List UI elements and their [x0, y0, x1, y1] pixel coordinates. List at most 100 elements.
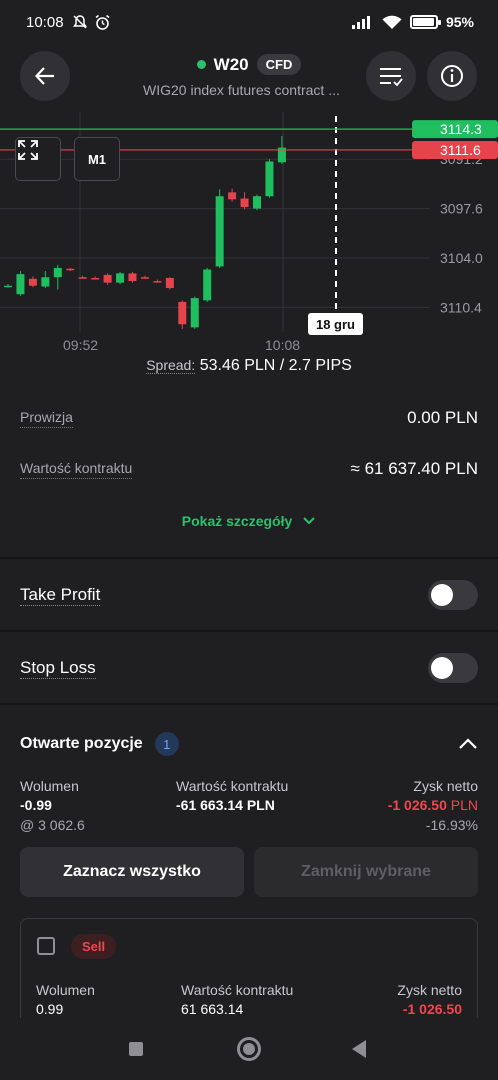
- card-contract-value: Wartość kontraktu 61 663.14: [181, 982, 293, 1017]
- open-positions-header[interactable]: Otwarte pozycje 1: [20, 732, 478, 756]
- contract-value-label: Wartość kontraktu: [176, 778, 289, 794]
- summary-contract-value: Wartość kontraktu -61 663.14 PLN: [176, 778, 288, 813]
- alarm-icon: [95, 14, 110, 30]
- candle-body: [78, 277, 87, 279]
- candle-body: [128, 273, 137, 282]
- price-chart[interactable]: 3110.4 3104.0 3097.6 3091.2 3114.3 3111.…: [0, 112, 498, 382]
- profit-value: -1 026.50: [387, 797, 447, 813]
- candle-body: [265, 161, 274, 197]
- spread-info: Spread: 53.46 PLN / 2.7 PIPS: [0, 357, 498, 375]
- candle-body: [178, 301, 187, 325]
- candle-body: [153, 281, 162, 283]
- stop-loss-label: Stop Loss: [20, 657, 96, 679]
- status-bar: 10:08 95%: [0, 0, 498, 44]
- back-nav-icon[interactable]: [352, 1040, 366, 1058]
- stop-loss-toggle[interactable]: [428, 653, 478, 683]
- contract-value: 61 663.14: [181, 1001, 244, 1017]
- wifi-icon: [382, 15, 402, 29]
- volume-label: Wolumen: [20, 778, 79, 794]
- clock: 10:08: [26, 13, 64, 31]
- candle-body: [4, 285, 12, 288]
- recent-apps-icon[interactable]: [129, 1042, 143, 1056]
- candle-body: [228, 192, 237, 200]
- volume-value: 0.99: [36, 1001, 64, 1017]
- profit-label: Zysk netto: [397, 982, 462, 998]
- info-icon: [441, 65, 463, 87]
- divider: [0, 557, 498, 559]
- commission-row: Prowizja 0.00 PLN: [20, 408, 478, 428]
- signal-icon: [351, 16, 370, 29]
- y-tick-label: 3104.0: [440, 250, 483, 266]
- instrument-description: WIG20 index futures contract ...: [143, 82, 340, 98]
- volume-label: Wolumen: [36, 982, 95, 998]
- candle-body: [28, 278, 37, 286]
- chevron-up-icon[interactable]: [458, 737, 478, 751]
- take-profit-row: Take Profit: [20, 580, 478, 610]
- summary-volume: Wolumen -0.99 @ 3 062.6: [20, 778, 85, 833]
- side-badge: Sell: [71, 934, 117, 959]
- market-open-indicator: [196, 60, 206, 69]
- candle-body: [16, 274, 25, 295]
- toggle-knob: [431, 584, 453, 606]
- commission-label: Prowizja: [20, 409, 73, 428]
- card-profit: Zysk netto -1 026.50: [397, 982, 462, 1017]
- profit-percent: -16.93%: [425, 817, 478, 833]
- sell-price-label: 3111.6: [440, 142, 481, 158]
- info-button[interactable]: [427, 51, 477, 101]
- candle-body: [103, 274, 112, 283]
- profit-currency: PLN: [450, 797, 478, 813]
- take-profit-label: Take Profit: [20, 584, 101, 606]
- volume-value: -0.99: [20, 797, 52, 813]
- instrument-title: W20 CFD: [0, 54, 498, 75]
- x-tick-label: 09:52: [63, 337, 98, 352]
- candle-body: [91, 278, 100, 280]
- buy-price-label: 3114.3: [440, 121, 482, 137]
- candle-body: [41, 277, 50, 287]
- timeframe-button[interactable]: M1: [74, 137, 120, 181]
- close-selected-button[interactable]: Zamknij wybrane: [254, 847, 478, 897]
- select-all-button[interactable]: Zaznacz wszystko: [20, 847, 244, 897]
- y-tick-label: 3097.6: [440, 201, 483, 217]
- open-positions-title: Otwarte pozycje: [20, 735, 143, 752]
- contract-value-label: Wartość kontraktu: [181, 982, 294, 998]
- show-details-link[interactable]: Pokaż szczegóły: [0, 513, 498, 529]
- contract-value-label: Wartość kontraktu: [20, 460, 133, 479]
- open-price: @ 3 062.6: [20, 817, 85, 833]
- candle-body: [53, 267, 62, 278]
- commission-value: 0.00 PLN: [407, 408, 478, 427]
- stop-loss-row: Stop Loss: [20, 653, 478, 683]
- toggle-knob: [431, 657, 453, 679]
- take-profit-toggle[interactable]: [428, 580, 478, 610]
- candle-body: [203, 269, 212, 301]
- candle-body: [240, 198, 249, 208]
- position-checkbox[interactable]: [37, 937, 55, 955]
- candle-body: [253, 196, 261, 209]
- fullscreen-button[interactable]: [15, 137, 61, 181]
- list-check-icon: [380, 68, 403, 86]
- profit-label: Zysk netto: [413, 778, 478, 794]
- candle-body: [165, 278, 174, 289]
- crosshair-date-label: 18 gru: [316, 317, 355, 332]
- battery-icon: [409, 15, 441, 29]
- profit-value: -1 026.50: [402, 1001, 462, 1017]
- show-details-label: Pokaż szczegóły: [181, 513, 293, 529]
- home-icon[interactable]: [237, 1037, 261, 1061]
- do-not-disturb-icon: [72, 15, 87, 29]
- chevron-down-icon: [303, 517, 315, 525]
- battery-percent: 95%: [445, 14, 474, 30]
- app-header: W20 CFD WIG20 index futures contract ...: [0, 48, 498, 104]
- spread-label: Spread:: [146, 357, 196, 374]
- system-nav-bar: [0, 1018, 498, 1080]
- candle-body: [116, 273, 125, 283]
- candle-body: [66, 268, 75, 271]
- contract-value-row: Wartość kontraktu ≈ 61 637.40 PLN: [20, 459, 478, 479]
- order-settings-button[interactable]: [366, 51, 416, 101]
- card-volume: Wolumen 0.99: [36, 982, 95, 1017]
- instrument-type-badge: CFD: [256, 54, 302, 75]
- expand-icon: [18, 140, 38, 160]
- contract-value: -61 663.14 PLN: [176, 797, 275, 813]
- divider: [0, 630, 498, 632]
- positions-count-badge: 1: [154, 732, 179, 756]
- contract-value: ≈ 61 637.40 PLN: [350, 459, 478, 478]
- instrument-symbol: W20: [213, 54, 249, 74]
